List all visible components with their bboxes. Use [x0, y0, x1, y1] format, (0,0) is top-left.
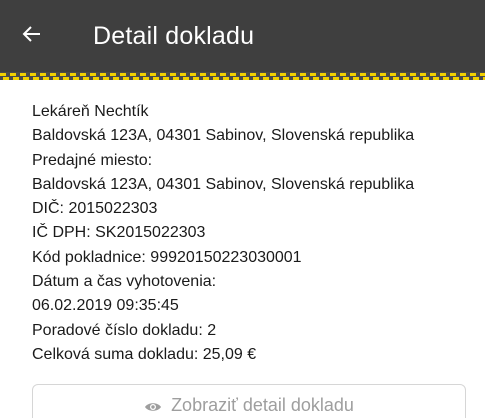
arrow-left-icon [22, 26, 40, 42]
app-bar: Detail dokladu [0, 0, 485, 72]
receipt-total: Celková suma dokladu: 25,09 € [32, 345, 257, 363]
page-title: Detail dokladu [93, 22, 255, 50]
issue-datetime-label: Dátum a čas vyhotovenia: [32, 273, 217, 291]
back-button[interactable] [22, 24, 50, 48]
show-receipt-detail-label: Zobraziť detail dokladu [171, 395, 354, 415]
sale-point-label: Predajné miesto: [32, 151, 153, 169]
dic-line: DIČ: 2015022303 [32, 200, 158, 218]
issue-datetime-value: 06.02.2019 09:35:45 [32, 297, 179, 315]
show-receipt-detail-button[interactable]: Zobraziť detail dokladu [32, 384, 466, 418]
sale-point-address: Baldovská 123A, 04301 Sabinov, Slovenská… [32, 175, 415, 193]
merchant-address: Baldovská 123A, 04301 Sabinov, Slovenská… [32, 127, 415, 145]
cash-register-code: Kód pokladnice: 99920150223030001 [32, 248, 302, 266]
decorative-dash-strip [0, 72, 485, 80]
merchant-name: Lekáreň Nechtík [32, 103, 149, 120]
show-receipt-detail-content: Zobraziť detail dokladu [33, 394, 465, 416]
eye-icon [145, 403, 162, 411]
receipt-details: Lekáreň Nechtík Baldovská 123A, 04301 Sa… [32, 100, 477, 367]
ic-dph-line: IČ DPH: SK2015022303 [32, 224, 206, 242]
app-screen: Detail dokladu Lekáreň Nechtík Baldovská… [0, 0, 485, 418]
receipt-number: Poradové číslo dokladu: 2 [32, 321, 217, 339]
